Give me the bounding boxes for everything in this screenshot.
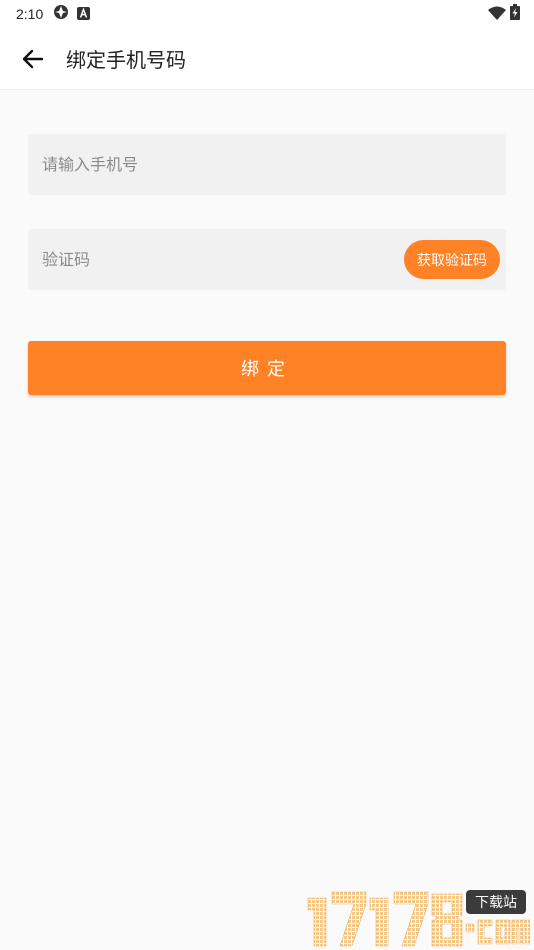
wifi-icon xyxy=(488,5,506,24)
back-button[interactable] xyxy=(18,44,48,74)
phone-field-container xyxy=(28,134,506,195)
app-bar: 绑定手机号码 xyxy=(0,28,534,90)
bind-button[interactable]: 绑定 xyxy=(28,341,506,395)
status-time: 2:10 xyxy=(16,6,44,22)
status-bar: 2:10 xyxy=(0,0,534,28)
accessibility-notification-icon xyxy=(77,5,91,24)
battery-charging-icon xyxy=(510,4,520,24)
watermark-logo: 下载站 xyxy=(304,888,531,948)
arrow-left-icon xyxy=(22,49,44,68)
get-code-button[interactable]: 获取验证码 xyxy=(404,240,500,279)
page-title: 绑定手机号码 xyxy=(66,48,186,72)
status-icons-right xyxy=(488,4,520,24)
watermark-logo-graphic: 下载站 xyxy=(307,890,531,947)
watermark-tag: 下载站 xyxy=(475,895,517,911)
code-field-container: 获取验证码 xyxy=(28,229,506,290)
watermark-domain xyxy=(465,919,531,945)
status-icons-left xyxy=(53,4,91,24)
screen: 2:10 绑定手机号码 请输入手机号 验证码 获取验证码 绑定 下载站 xyxy=(0,0,534,950)
app-notification-icon xyxy=(53,4,69,24)
phone-input[interactable] xyxy=(42,134,506,195)
